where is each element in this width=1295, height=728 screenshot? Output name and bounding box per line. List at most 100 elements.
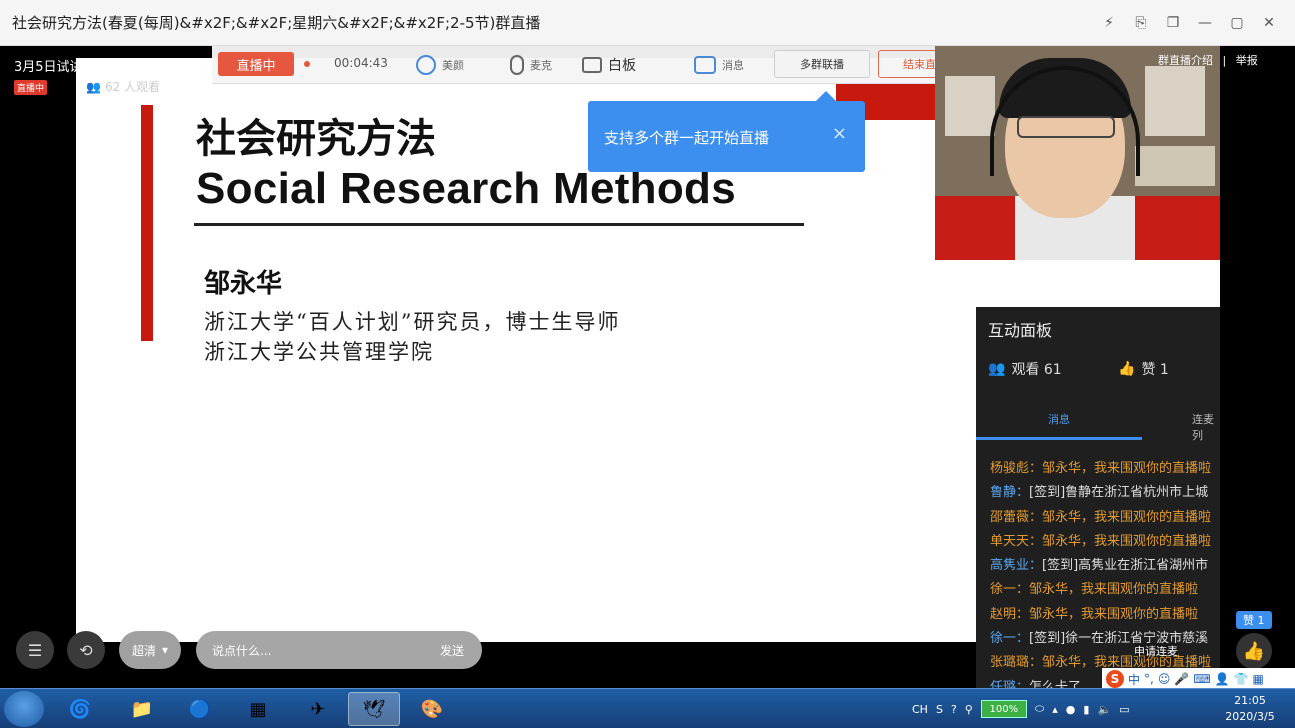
message-sender[interactable]: 任璐 <box>990 680 1016 688</box>
message-sender[interactable]: 徐一 <box>990 631 1016 646</box>
volume-icon[interactable]: 🔈 <box>1097 703 1111 716</box>
message-colon: ： <box>1016 631 1030 647</box>
message-sender[interactable]: 高隽业 <box>990 558 1029 573</box>
live-intro-link[interactable]: 群直播介绍 <box>1158 54 1213 67</box>
tray-expand-icon[interactable]: ▴ <box>1052 703 1058 716</box>
app-360-icon[interactable]: 🌀 <box>54 692 106 726</box>
skin-icon[interactable]: 👕 <box>1234 672 1249 686</box>
screen-share-icon[interactable]: ⎘ <box>1125 12 1157 34</box>
people-icon: 👥 <box>86 79 101 94</box>
message-sender[interactable]: 邵蕾薇 <box>990 510 1029 525</box>
slide-author: 邹永华 <box>204 269 283 299</box>
device-icon[interactable]: ⬭ <box>1035 702 1044 716</box>
message-sender[interactable]: 赵明 <box>990 607 1016 622</box>
message-text: [签到]鲁静在浙江省杭州市上城 <box>1029 485 1209 501</box>
mic-label: 麦克 <box>530 59 552 72</box>
ime-mode[interactable]: 中 <box>1128 671 1140 688</box>
live-button[interactable]: 直播中 <box>218 52 294 76</box>
taskbar-clock[interactable]: 21:05 2020/3/5 <box>1212 693 1288 725</box>
sogou-icon[interactable]: S <box>1106 670 1124 688</box>
watch-stat: 👥 观看 61 <box>988 359 1062 379</box>
paint-icon[interactable]: 🎨 <box>406 692 458 726</box>
message-button[interactable]: 消息 <box>694 52 744 78</box>
message-sender[interactable]: 杨骏彪 <box>990 461 1029 476</box>
message-text: 邹永华，我来围观你的直播啦 <box>1042 533 1212 549</box>
whiteboard-button[interactable]: 白板 <box>582 52 636 78</box>
apply-connect-button[interactable]: 申请连麦 <box>1134 643 1178 659</box>
display-icon[interactable]: ▭ <box>1119 703 1129 716</box>
help-icon[interactable]: ? <box>951 703 957 716</box>
send-button[interactable]: 发送 <box>440 642 464 659</box>
clock-time: 21:05 <box>1234 694 1266 707</box>
minimize-icon[interactable]: — <box>1189 12 1221 34</box>
stream-info: 3月5日试讲 社会研究方法 直播中 👥 62 人观看 <box>0 46 210 100</box>
emoji-icon[interactable]: ☺ <box>1158 672 1171 686</box>
tab-connect-list[interactable]: 连麦列 <box>1192 411 1220 443</box>
message-sender[interactable]: 徐一 <box>990 582 1016 597</box>
bookshelf-books-right <box>1145 66 1205 136</box>
webcam-video <box>935 46 1220 260</box>
whiteboard-label: 白板 <box>608 58 636 74</box>
keyboard-icon[interactable]: ⌨ <box>1193 672 1210 686</box>
user-icon[interactable]: 👤 <box>1215 672 1230 686</box>
rotate-button[interactable]: ⟲ <box>67 631 105 669</box>
recording-dot-icon <box>304 61 310 67</box>
message-text: [签到]徐一在浙江省宁波市慈溪 <box>1029 631 1209 647</box>
window-controls: ⚡ ⎘ ❐ — ▢ ✕ <box>1093 12 1285 34</box>
mic-button[interactable]: 麦克 <box>510 52 552 78</box>
lightning-icon[interactable]: ⚡ <box>1093 12 1125 34</box>
bookshelf-books <box>945 76 995 136</box>
message-sender[interactable]: 鲁静 <box>990 485 1016 500</box>
rotate-icon: ⟲ <box>79 640 93 660</box>
thumbs-up-icon: 👍 <box>1242 640 1266 662</box>
message-sender[interactable]: 张璐璐 <box>990 655 1029 670</box>
people-icon: 👥 <box>988 361 1006 377</box>
dingtalk-active-icon[interactable]: 🕊 <box>348 692 400 726</box>
thumbs-up-icon: 👍 <box>1118 361 1136 377</box>
system-tray: CH S ? ⚲ 100% ⬭ ▴ ● ▮ 🔈 ▭ <box>912 689 1130 728</box>
close-icon[interactable]: ✕ <box>1253 12 1285 34</box>
sogou-tray-icon[interactable]: S <box>936 703 943 716</box>
chat-input[interactable]: 说点什么... 发送 <box>196 631 482 669</box>
slide-affiliation-1: 浙江大学“百人计划”研究员，博士生导师 <box>204 310 621 334</box>
panel-tabs: 消息 连麦列 <box>976 399 1220 443</box>
maximize-icon[interactable]: ▢ <box>1221 12 1253 34</box>
sogou-browser-icon[interactable]: 🔵 <box>174 692 226 726</box>
message-row: 徐一：[签到]徐一在浙江省宁波市慈溪 <box>990 627 1220 651</box>
end-live-button[interactable]: 结束直 <box>878 50 938 78</box>
tab-messages[interactable]: 消息 <box>1048 411 1070 427</box>
network-icon[interactable]: ▮ <box>1083 703 1089 716</box>
report-link[interactable]: 举报 <box>1236 54 1258 67</box>
language-indicator[interactable]: CH <box>912 703 928 716</box>
battery-indicator[interactable]: 100% <box>980 700 1027 718</box>
message-text: [签到]高隽业在浙江省湖州市 <box>1042 558 1209 574</box>
file-explorer-icon[interactable]: 📁 <box>116 692 168 726</box>
message-sender[interactable]: 单天天 <box>990 534 1029 549</box>
message-colon: ： <box>1016 582 1030 598</box>
close-icon[interactable]: × <box>832 123 847 144</box>
like-badge: 赞 1 <box>1236 611 1272 629</box>
window-titlebar: 社会研究方法(春夏(每周)&#x2F;&#x2F;星期六&#x2F;&#x2F;… <box>0 0 1295 46</box>
like-button[interactable]: 👍 <box>1236 633 1272 669</box>
quality-selector[interactable]: 超清 ▾ <box>119 631 181 669</box>
multi-group-broadcast-button[interactable]: 多群联播 <box>774 50 870 78</box>
start-button[interactable] <box>4 691 44 727</box>
dingtalk-icon[interactable]: ✈ <box>292 692 344 726</box>
ime-toolbar: S 中 °, ☺ 🎤 ⌨ 👤 👕 ▦ <box>1102 668 1295 690</box>
slide-divider <box>194 223 804 226</box>
app-grid-icon[interactable]: ▦ <box>232 692 284 726</box>
message-text: 邹永华，我来围观你的直播啦 <box>1042 509 1212 525</box>
pin-icon[interactable]: ⚲ <box>965 703 973 716</box>
voice-icon[interactable]: 🎤 <box>1174 672 1189 686</box>
beauty-label: 美颜 <box>442 59 464 72</box>
notes-button[interactable]: ☰ <box>16 631 54 669</box>
punctuation-icon[interactable]: °, <box>1144 672 1154 686</box>
restore-mini-icon[interactable]: ❐ <box>1157 12 1189 34</box>
course-title: 3月5日试讲 社会研究方法 <box>14 60 165 75</box>
message-icon <box>694 56 716 74</box>
beauty-button[interactable]: 美颜 <box>416 52 464 78</box>
qq-icon[interactable]: ● <box>1066 703 1076 716</box>
bookshelf-books-lower <box>1135 146 1215 186</box>
grid-icon[interactable]: ▦ <box>1253 672 1264 686</box>
window-title: 社会研究方法(春夏(每周)&#x2F;&#x2F;星期六&#x2F;&#x2F;… <box>12 14 541 32</box>
